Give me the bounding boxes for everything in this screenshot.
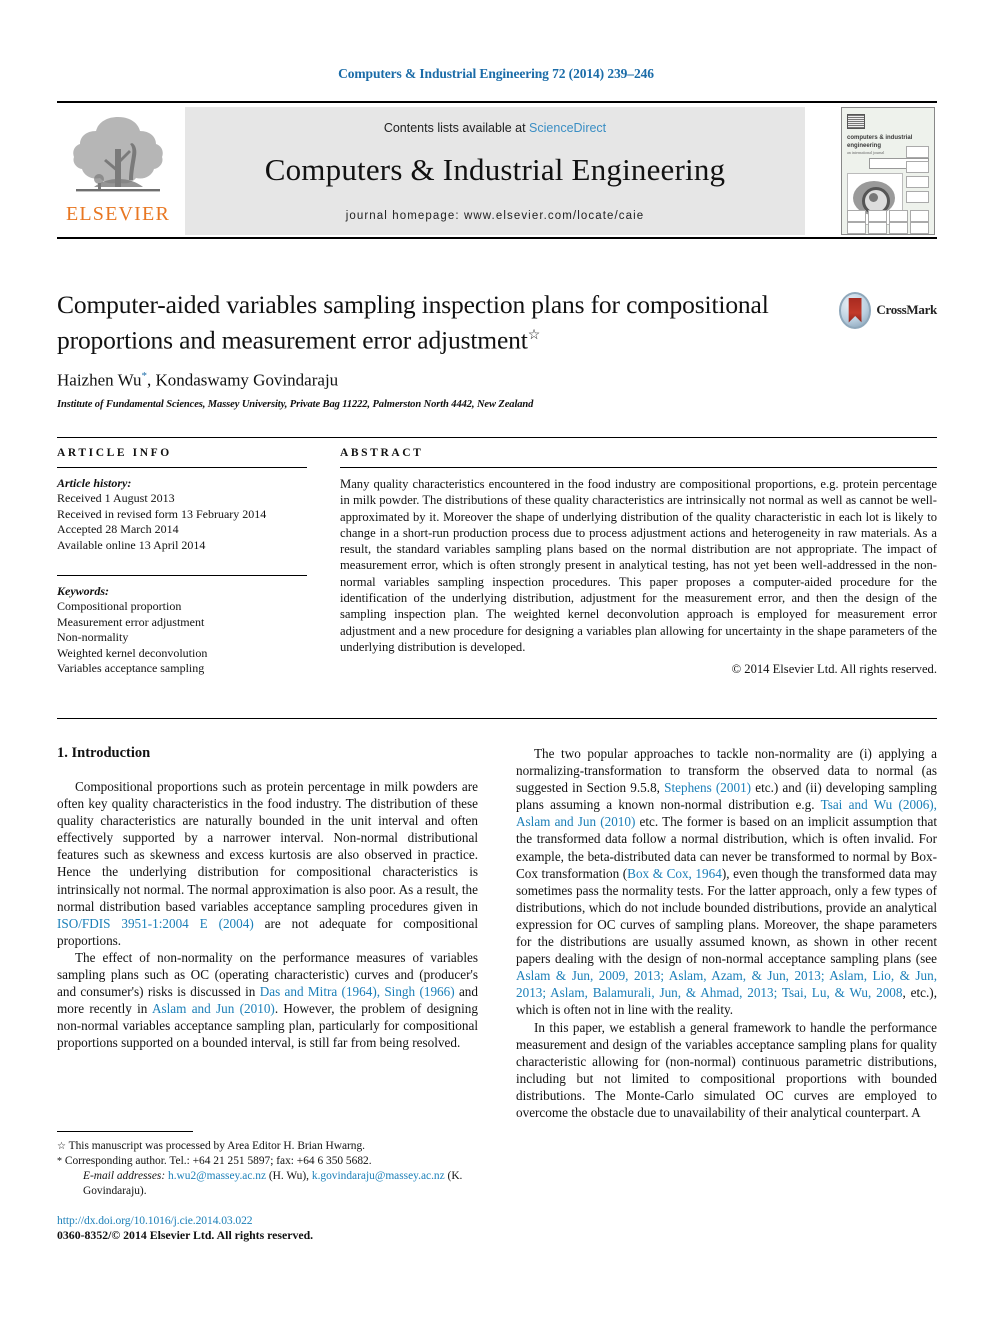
keywords-list: Compositional proportion Measurement err… (57, 599, 307, 677)
citation-link[interactable]: Box & Cox, 1964 (627, 866, 722, 881)
masthead-center-panel: Contents lists available at ScienceDirec… (185, 107, 805, 235)
contents-available-line: Contents lists available at ScienceDirec… (185, 107, 805, 135)
page-footer: http://dx.doi.org/10.1016/j.cie.2014.03.… (57, 1214, 507, 1243)
paragraph-text: Compositional proportions such as protei… (57, 779, 478, 914)
journal-cover-thumbnail: computers & industrial engineering an in… (841, 107, 935, 235)
keywords-block: Keywords: Compositional proportion Measu… (57, 575, 307, 677)
journal-title: Computers & Industrial Engineering (264, 152, 726, 187)
article-history-list: Received 1 August 2013 Received in revis… (57, 491, 307, 553)
citation-link[interactable]: Stephens (2001) (664, 780, 751, 795)
abstract-rule (340, 467, 937, 468)
paragraph: The two popular approaches to tackle non… (516, 745, 937, 1019)
author-rest: , Kondaswamy Govindaraju (146, 370, 339, 390)
affiliation: Institute of Fundamental Sciences, Masse… (57, 399, 534, 411)
footnote-manuscript-text: This manuscript was processed by Area Ed… (68, 1140, 366, 1152)
cover-side-boxes (906, 146, 929, 206)
footnote-corresponding-author: * Corresponding author. Tel.: +64 21 251… (57, 1154, 478, 1169)
abstract-copyright: © 2014 Elsevier Ltd. All rights reserved… (731, 662, 937, 677)
paragraph: The effect of non-normality on the perfo… (57, 949, 478, 1052)
keyword-item: Non-normality (57, 630, 129, 644)
paragraph: Compositional proportions such as protei… (57, 778, 478, 949)
cover-disc-inner (869, 193, 878, 202)
cover-publisher-logo-icon (847, 114, 865, 129)
article-info-rule (57, 467, 307, 468)
paragraph: In this paper, we establish a general fr… (516, 1019, 937, 1122)
title-block: Computer-aided variables sampling inspec… (57, 289, 832, 410)
paragraph-text: In this paper, we establish a general fr… (516, 1019, 937, 1120)
contents-prefix-text: Contents lists available at (383, 121, 530, 135)
article-info-heading: ARTICLE INFO (57, 447, 172, 459)
sciencedirect-link[interactable]: ScienceDirect (529, 121, 606, 135)
footnote-corresponding-text: Corresponding author. Tel.: +64 21 251 5… (64, 1155, 372, 1167)
article-page: Computers & Industrial Engineering 72 (2… (0, 0, 992, 1323)
email-link-govindaraju[interactable]: k.govindaraju@massey.ac.nz (312, 1170, 445, 1182)
elsevier-wordmark: ELSEVIER (65, 203, 171, 225)
paper-title-text: Computer-aided variables sampling inspec… (57, 290, 769, 355)
footnotes: ☆ This manuscript was processed by Area … (57, 1131, 478, 1199)
footnote-asterisk-marker: * (57, 1156, 62, 1167)
citation-link[interactable]: Das and Mitra (1964), Singh (1966) (260, 984, 455, 999)
email-link-wu[interactable]: h.wu2@massey.ac.nz (168, 1170, 266, 1182)
cover-bottom-boxes-row1 (847, 210, 929, 222)
abstract-text: Many quality characteristics encountered… (340, 477, 937, 654)
crossmark-label: CrossMark (876, 302, 937, 317)
info-bottom-rule (57, 718, 937, 719)
email-addresses-label: E-mail addresses: (83, 1170, 166, 1182)
citation-link[interactable]: Aslam & Jun, 2009, 2013; Aslam, Azam, & … (516, 968, 937, 1000)
title-footnote-marker[interactable]: ☆ (528, 328, 541, 343)
elsevier-tree-icon (73, 117, 163, 192)
email-owner-wu: (H. Wu), (268, 1170, 310, 1182)
crossmark-icon (839, 291, 872, 329)
citation-link[interactable]: Aslam and Jun (2010) (152, 1001, 275, 1016)
history-item: Available online 13 April 2014 (57, 537, 206, 552)
history-item: Received in revised form 13 February 201… (57, 506, 267, 521)
body-column-right: The two popular approaches to tackle non… (516, 745, 937, 1121)
journal-masthead: ELSEVIER Contents lists available at Sci… (57, 101, 937, 239)
article-history-heading: Article history: (57, 476, 132, 490)
crossmark-badge[interactable]: CrossMark (839, 289, 937, 331)
section-heading-introduction: 1. Introduction (57, 745, 151, 761)
footnote-star-marker: ☆ (57, 1141, 66, 1152)
footnote-manuscript-note: ☆ This manuscript was processed by Area … (57, 1139, 478, 1154)
cover-bottom-boxes-row2 (847, 222, 929, 234)
issn-copyright: 0360-8352/© 2014 Elsevier Ltd. All right… (57, 1228, 314, 1242)
history-item: Received 1 August 2013 (57, 491, 175, 505)
abstract-column: ABSTRACT Many quality characteristics en… (340, 447, 937, 677)
doi-link[interactable]: http://dx.doi.org/10.1016/j.cie.2014.03.… (57, 1214, 507, 1227)
article-info-column: ARTICLE INFO Article history: Received 1… (57, 447, 307, 677)
elsevier-logo: ELSEVIER (59, 109, 177, 233)
keyword-item: Weighted kernel deconvolution (57, 645, 208, 660)
citation-link[interactable]: ISO/FDIS 3951-1:2004 E (2004) (57, 916, 254, 931)
abstract-heading: ABSTRACT (340, 447, 424, 459)
history-item: Accepted 28 March 2014 (57, 522, 179, 536)
journal-homepage-link[interactable]: journal homepage: www.elsevier.com/locat… (185, 210, 805, 222)
keywords-heading: Keywords: (57, 584, 109, 598)
body-column-left: 1. Introduction Compositional proportion… (57, 745, 478, 1052)
keyword-item: Variables acceptance sampling (57, 661, 205, 675)
author-first: Haizhen Wu (57, 370, 142, 390)
footnote-rule (57, 1131, 193, 1132)
author-list: Haizhen Wu*, Kondaswamy Govindaraju (57, 370, 832, 391)
running-head: Computers & Industrial Engineering 72 (2… (338, 66, 654, 81)
keywords-rule (57, 575, 307, 576)
keyword-item: Compositional proportion (57, 599, 182, 613)
page-title: Computer-aided variables sampling inspec… (57, 289, 832, 356)
footnote-emails: E-mail addresses: h.wu2@massey.ac.nz (H.… (57, 1169, 478, 1199)
info-top-rule (57, 437, 937, 438)
keyword-item: Measurement error adjustment (57, 614, 205, 629)
